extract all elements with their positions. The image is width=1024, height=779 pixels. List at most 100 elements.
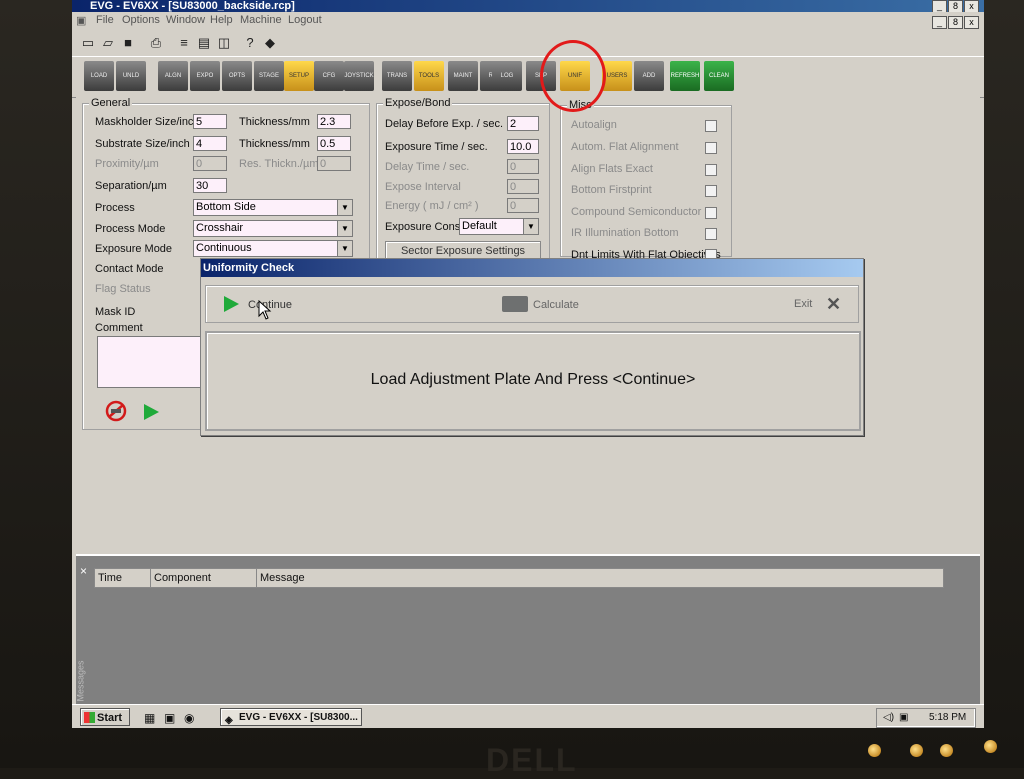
misc-autoalign-checkbox[interactable] bbox=[705, 120, 717, 132]
unload-button[interactable]: UNLD bbox=[116, 61, 146, 91]
users-button[interactable]: USERS bbox=[602, 61, 632, 91]
menu-help[interactable]: Help bbox=[210, 14, 233, 26]
exposure-time-field[interactable]: 10.0 bbox=[507, 139, 539, 154]
mouse-cursor-icon bbox=[258, 299, 272, 320]
process-label: Process bbox=[95, 202, 135, 214]
process-mode-select[interactable]: Crosshair ▼ bbox=[193, 220, 353, 237]
expose-bond-title: Expose/Bond bbox=[383, 97, 453, 109]
cancel-icon[interactable] bbox=[103, 400, 129, 422]
process-value: Bottom Side bbox=[196, 201, 256, 213]
mdi-close-button[interactable]: x bbox=[964, 16, 979, 29]
tools-button[interactable]: TOOLS bbox=[414, 61, 444, 91]
chevron-down-icon[interactable]: ▼ bbox=[337, 200, 352, 215]
delay-before-field[interactable]: 2 bbox=[507, 116, 539, 131]
power-button[interactable] bbox=[984, 740, 997, 753]
thickness1-field[interactable]: 2.3 bbox=[317, 114, 351, 129]
load-button[interactable]: LOAD bbox=[84, 61, 114, 91]
info-icon[interactable]: ◆ bbox=[262, 35, 278, 51]
process-mode-value: Crosshair bbox=[196, 222, 244, 234]
maskholder-field[interactable]: 5 bbox=[193, 114, 227, 129]
misc-ir-illumination-checkbox[interactable] bbox=[705, 228, 717, 240]
exposure-const-select[interactable]: Default ▼ bbox=[459, 218, 539, 235]
maintenance-button[interactable]: MAINT bbox=[448, 61, 478, 91]
thickness1-label: Thickness/mm bbox=[239, 116, 310, 128]
col-component[interactable]: Component bbox=[151, 569, 257, 587]
joystick-button[interactable]: JOYSTICK bbox=[344, 61, 374, 91]
align-button[interactable]: ALGN bbox=[158, 61, 188, 91]
misc-bottom-firstprint-checkbox[interactable] bbox=[705, 185, 717, 197]
exit-button[interactable]: Exit bbox=[794, 298, 812, 310]
exposure-mode-select[interactable]: Continuous ▼ bbox=[193, 240, 353, 257]
thickness2-field[interactable]: 0.5 bbox=[317, 136, 351, 151]
transfer-button[interactable]: TRANS bbox=[382, 61, 412, 91]
setup-button[interactable]: SETUP bbox=[284, 61, 314, 91]
continue-icon[interactable] bbox=[222, 295, 240, 313]
mdi-restore-button[interactable]: 8 bbox=[948, 16, 963, 29]
stage-button[interactable]: STAGE bbox=[254, 61, 284, 91]
save-icon[interactable]: ■ bbox=[120, 35, 136, 51]
chevron-down-icon[interactable]: ▼ bbox=[337, 221, 352, 236]
chevron-down-icon[interactable]: ▼ bbox=[337, 241, 352, 256]
window-icon[interactable]: ▤ bbox=[196, 35, 212, 51]
open-icon[interactable]: ▱ bbox=[100, 35, 116, 51]
exit-icon[interactable]: ✕ bbox=[826, 294, 841, 315]
monitor-button-1[interactable] bbox=[868, 744, 881, 757]
quicklaunch-explorer-icon[interactable]: ▣ bbox=[164, 711, 175, 725]
clean-button[interactable]: CLEAN bbox=[704, 61, 734, 91]
menu-machine[interactable]: Machine bbox=[240, 14, 282, 26]
messages-header: Time Component Message bbox=[94, 568, 944, 588]
layout-icon[interactable]: ◫ bbox=[216, 35, 232, 51]
exposure-const-label: Exposure Const. bbox=[385, 221, 467, 233]
machine-toolbar: LOAD UNLD ALGN EXPO OPTS STAGE SETUP CFG… bbox=[72, 56, 984, 98]
expose-interval-field: 0 bbox=[507, 179, 539, 194]
config-button[interactable]: CFG bbox=[314, 61, 344, 91]
new-icon[interactable]: ▭ bbox=[80, 35, 96, 51]
taskbar-evg-item[interactable]: ◈ EVG - EV6XX - [SU8300... bbox=[220, 708, 362, 726]
start-button[interactable]: Start bbox=[80, 708, 130, 726]
mdi-minimize-button[interactable]: _ bbox=[932, 16, 947, 29]
exposure-mode-value: Continuous bbox=[196, 242, 252, 254]
misc-flat-alignment-checkbox[interactable] bbox=[705, 142, 717, 154]
messages-close-icon[interactable]: × bbox=[80, 564, 87, 578]
col-time[interactable]: Time bbox=[95, 569, 151, 587]
print-icon[interactable]: ⎙ bbox=[148, 35, 164, 51]
exposure-const-value: Default bbox=[462, 220, 497, 232]
play-icon[interactable] bbox=[141, 402, 161, 422]
substrate-field[interactable]: 4 bbox=[193, 136, 227, 151]
col-message[interactable]: Message bbox=[257, 569, 943, 587]
calculate-button[interactable]: Calculate bbox=[533, 299, 579, 311]
annotation-circle bbox=[540, 40, 606, 112]
options-button[interactable]: OPTS bbox=[222, 61, 252, 91]
misc-group: Misc Autoalign Autom. Flat Alignment Ali… bbox=[560, 99, 732, 261]
volume-icon[interactable]: ◁) bbox=[883, 709, 894, 727]
monitor-button-2[interactable] bbox=[910, 744, 923, 757]
process-mode-label: Process Mode bbox=[95, 223, 166, 235]
monitor-button-3[interactable] bbox=[940, 744, 953, 757]
comment-field[interactable] bbox=[97, 336, 217, 388]
grid-icon[interactable]: ≡ bbox=[176, 35, 192, 51]
menu-window[interactable]: Window bbox=[166, 14, 205, 26]
add-button[interactable]: ADD bbox=[634, 61, 664, 91]
help-icon[interactable]: ? bbox=[242, 35, 258, 51]
menu-logout[interactable]: Logout bbox=[288, 14, 322, 26]
log-button[interactable]: LOG bbox=[492, 61, 522, 91]
app-menu-icon[interactable]: ▣ bbox=[76, 14, 86, 27]
calculate-icon[interactable] bbox=[502, 296, 528, 312]
menu-file[interactable]: File bbox=[96, 14, 114, 26]
misc-compound-checkbox[interactable] bbox=[705, 207, 717, 219]
menu-options[interactable]: Options bbox=[122, 14, 160, 26]
process-select[interactable]: Bottom Side ▼ bbox=[193, 199, 353, 216]
misc-flat-alignment-label: Autom. Flat Alignment bbox=[571, 141, 679, 153]
messages-side-label: Messages bbox=[75, 660, 86, 702]
network-icon[interactable]: ▣ bbox=[899, 709, 908, 727]
dialog-toolbar: Continue Calculate Exit ✕ bbox=[205, 285, 859, 323]
separation-field[interactable]: 30 bbox=[193, 178, 227, 193]
expose-button[interactable]: EXPO bbox=[190, 61, 220, 91]
misc-align-flats-checkbox[interactable] bbox=[705, 164, 717, 176]
quicklaunch-browser-icon[interactable]: ◉ bbox=[184, 711, 194, 725]
contact-mode-label: Contact Mode bbox=[95, 263, 164, 275]
chevron-down-icon[interactable]: ▼ bbox=[523, 219, 538, 234]
misc-compound-label: Compound Semiconductor bbox=[571, 206, 702, 218]
refresh-button[interactable]: REFRESH bbox=[670, 61, 700, 91]
quicklaunch-desktop-icon[interactable]: ▦ bbox=[144, 711, 155, 725]
